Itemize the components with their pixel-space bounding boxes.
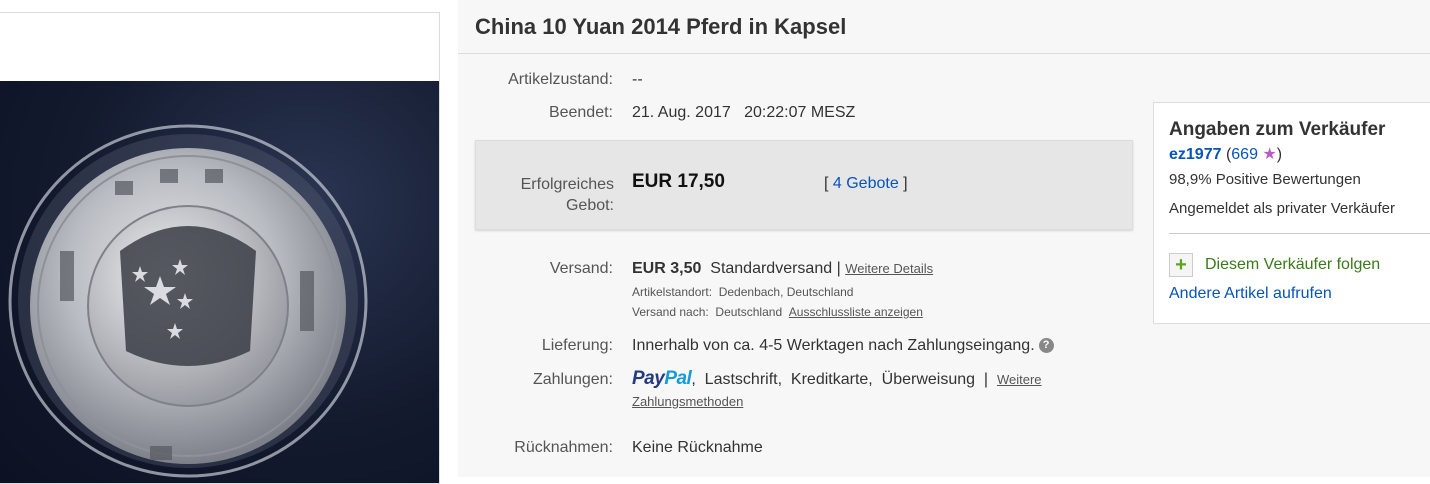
shipping-price: EUR 3,50	[632, 260, 702, 277]
condition-value: --	[632, 71, 643, 88]
returns-value: Keine Rücknahme	[632, 439, 763, 456]
coin-photo[interactable]	[0, 81, 439, 483]
seller-feedback-close: )	[1276, 146, 1283, 163]
listing-details: China 10 Yuan 2014 Pferd in Kapsel Artik…	[458, 0, 1430, 477]
shipping-service: Standardversand |	[710, 260, 841, 277]
image-panel-header	[0, 13, 439, 81]
winning-bid-price: EUR 17,50	[632, 171, 725, 192]
ended-value: 21. Aug. 2017 20:22:07 MESZ	[632, 104, 856, 121]
page-title: China 10 Yuan 2014 Pferd in Kapsel	[475, 14, 847, 39]
paypal-logo-pay: Pay	[632, 368, 665, 389]
bid-count-link[interactable]: 4 Gebote	[833, 175, 899, 192]
delivery-label: Lieferung:	[541, 337, 613, 354]
ships-to-label: Versand nach:	[632, 305, 709, 319]
seller-heading: Angaben zum Verkäufer	[1169, 119, 1386, 140]
item-location-value: Dedenbach, Deutschland	[718, 285, 854, 299]
seller-info-box: Angaben zum Verkäufer ez1977 (669 ★) 98,…	[1153, 102, 1430, 324]
delivery-text: Innerhalb von ca. 4-5 Werktagen nach Zah…	[632, 337, 1035, 354]
question-icon[interactable]: ?	[1038, 338, 1054, 354]
payments-more: Zahlungsmethoden	[632, 393, 743, 411]
seller-feedback-open: (	[1221, 146, 1232, 163]
more-payments-link-2[interactable]: Zahlungsmethoden	[632, 394, 743, 409]
other-items-link[interactable]: Andere Artikel aufrufen	[1169, 285, 1332, 303]
ended-label: Beendet:	[548, 104, 613, 121]
seller-name-link[interactable]: ez1977	[1169, 146, 1222, 163]
payment-methods: , Lastschrift, Kreditkarte, Überweisung …	[691, 371, 989, 388]
coin-image	[8, 124, 368, 478]
delivery-value: Innerhalb von ca. 4-5 Werktagen nach Zah…	[632, 337, 1054, 355]
winning-bid-box: Erfolgreiches Gebot: EUR 17,50 [ 4 Gebot…	[475, 140, 1133, 230]
seller-feedback-count[interactable]: 669	[1231, 146, 1258, 163]
item-location: Artikelstandort: Dedenbach, Deutschland	[632, 285, 853, 299]
winning-bid-label-line1: Erfolgreiches	[520, 176, 614, 193]
returns-label: Rücknahmen:	[514, 439, 613, 456]
more-payments-link[interactable]: Weitere	[997, 372, 1042, 387]
exclusions-link[interactable]: Ausschlussliste anzeigen	[789, 305, 923, 319]
shipping-details-link[interactable]: Weitere Details	[845, 261, 933, 276]
seller-account-type: Angemeldet als privater Verkäufer	[1169, 200, 1395, 217]
winning-bid-label-line2: Gebot:	[565, 197, 614, 214]
follow-seller-label: Diesem Verkäufer folgen	[1205, 256, 1381, 273]
seller-name-line: ez1977 (669 ★)	[1169, 144, 1282, 164]
paypal-logo: PayPal	[632, 368, 692, 389]
title-divider	[458, 53, 1430, 54]
condition-label: Artikelzustand:	[508, 71, 613, 88]
follow-seller-button[interactable]: + Diesem Verkäufer folgen	[1169, 253, 1380, 277]
ships-to: Versand nach: Deutschland Ausschlusslist…	[632, 305, 923, 319]
seller-positive-feedback: 98,9% Positive Bewertungen	[1169, 171, 1361, 188]
seller-divider	[1169, 233, 1430, 234]
item-location-label: Artikelstandort:	[632, 285, 713, 299]
ships-to-value: Deutschland	[715, 305, 783, 319]
plus-icon: +	[1169, 253, 1193, 277]
bid-count-close: ]	[898, 175, 908, 192]
product-image-panel[interactable]	[0, 12, 440, 484]
winning-bid-label: Erfolgreiches Gebot:	[476, 174, 614, 216]
shipping-value: EUR 3,50 Standardversand | Weitere Detai…	[632, 260, 933, 278]
bid-count: [ 4 Gebote ]	[824, 175, 908, 193]
star-icon: ★	[1262, 146, 1277, 163]
payments-value: PayPal, Lastschrift, Kreditkarte, Überwe…	[632, 368, 1042, 390]
shipping-label: Versand:	[549, 260, 613, 277]
payments-label: Zahlungen:	[532, 371, 613, 388]
paypal-logo-pal: Pal	[664, 368, 692, 389]
bid-count-open: [	[824, 175, 833, 192]
